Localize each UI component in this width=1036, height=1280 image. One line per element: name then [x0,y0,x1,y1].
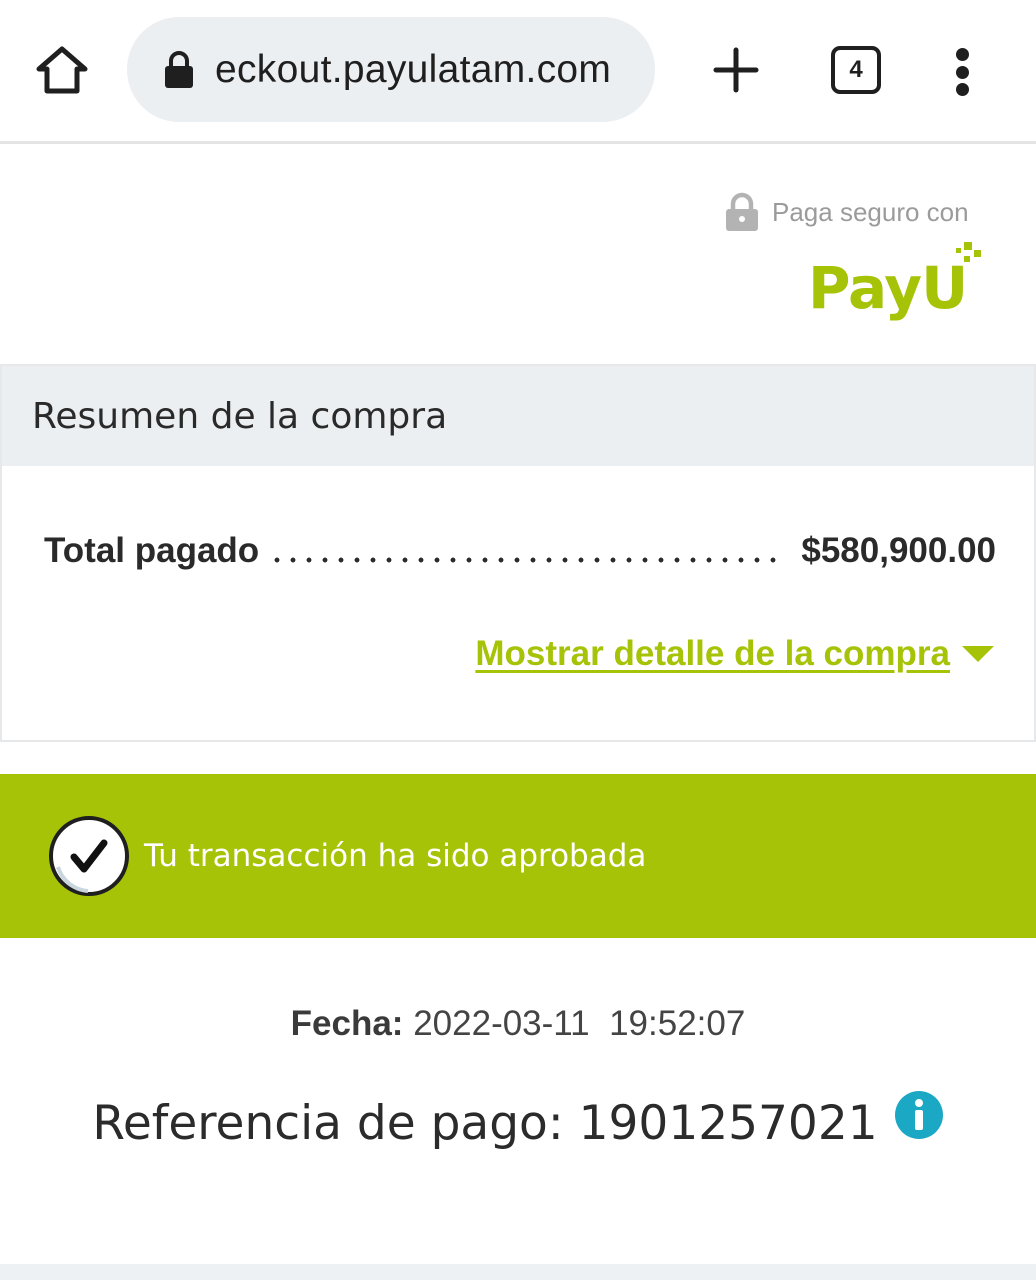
transaction-date: Fecha: 2022-03-11 19:52:07 [0,1004,1036,1044]
logo-text: PayU [808,254,967,322]
dotted-leader [269,556,778,564]
reference-text: Referencia de pago: 1901257021 [92,1096,877,1151]
detail-link-text: Mostrar detalle de la compra [475,634,950,673]
secure-label-text: Paga seguro con [772,196,969,227]
more-vert-icon[interactable] [940,44,984,100]
date-label: Fecha: [290,1004,404,1043]
transaction-approved-banner: Tu transacción ha sido aprobada [0,774,1036,938]
approved-message: Tu transacción ha sido aprobada [144,838,647,874]
plus-icon [713,47,759,93]
summary-header: Resumen de la compra [2,366,1034,466]
total-label: Total pagado [44,531,260,570]
reference-label: Referencia de pago: [92,1096,564,1151]
home-icon [36,46,88,94]
summary-title: Resumen de la compra [32,395,448,437]
date-value: 2022-03-11 19:52:07 [413,1004,746,1043]
payment-reference: Referencia de pago: 1901257021 [0,1090,1036,1151]
info-icon[interactable] [894,1090,944,1140]
check-circle-icon [49,816,129,896]
show-purchase-detail-link[interactable]: Mostrar detalle de la compra [475,634,994,674]
url-text: eckout.payulatam.com [215,47,612,91]
new-tab-button[interactable] [706,40,766,100]
lock-icon [726,192,758,231]
caret-down-icon [962,646,994,662]
secure-payment-label: Paga seguro con [724,192,969,232]
payu-logo: PayU [806,238,986,330]
purchase-summary-card: Resumen de la compra Total pagado $580,9… [0,364,1036,742]
footer-strip [0,1264,1036,1280]
reference-value: 1901257021 [578,1096,878,1151]
total-value: $580,900.00 [801,531,996,570]
lock-icon [165,50,193,88]
total-row: Total pagado $580,900.00 [44,526,996,576]
address-bar[interactable]: eckout.payulatam.com [127,17,655,122]
tab-switcher-button[interactable]: 4 [831,46,881,94]
home-button[interactable] [28,38,96,102]
browser-toolbar: eckout.payulatam.com 4 [0,0,1036,144]
